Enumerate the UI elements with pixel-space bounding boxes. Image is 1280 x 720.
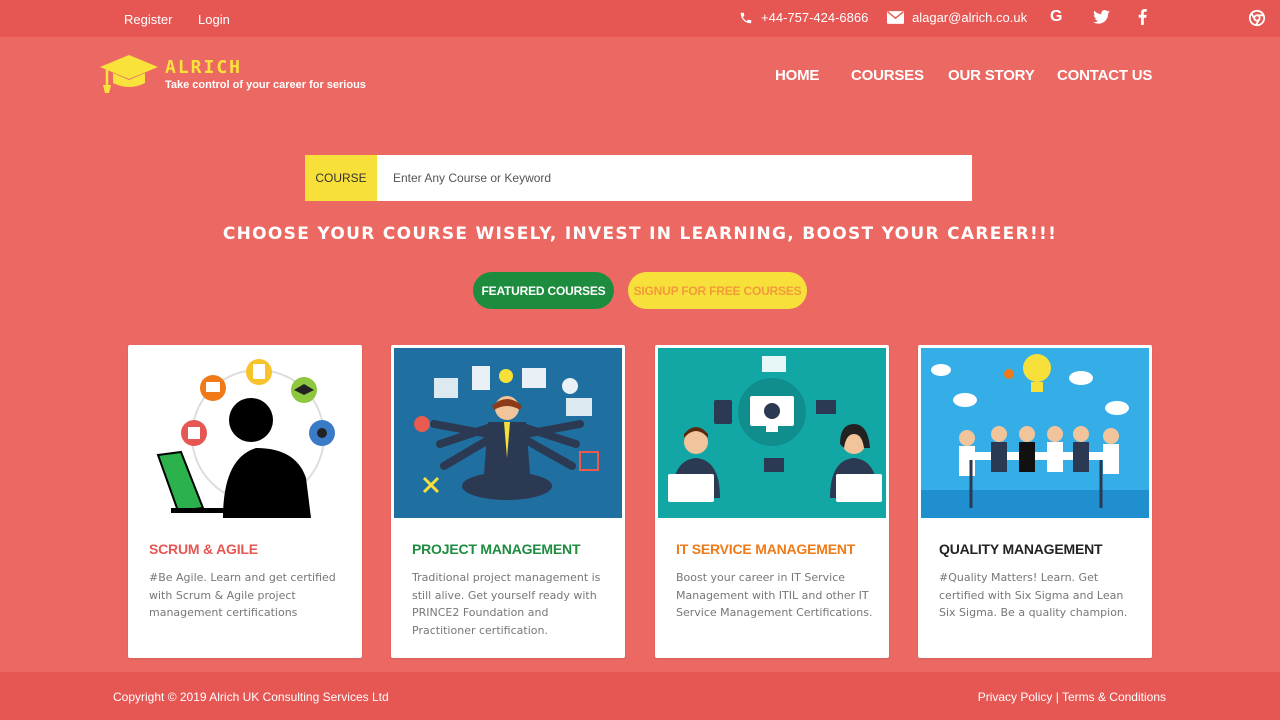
search-category-label[interactable]: COURSE	[305, 155, 377, 201]
graduation-cap-icon	[100, 55, 158, 93]
google-icon[interactable]: G	[1050, 8, 1062, 26]
email-contact[interactable]: alagar@alrich.co.uk	[887, 10, 1027, 25]
scrum-agile-illustration	[131, 348, 359, 518]
card-title: SCRUM & AGILE	[149, 541, 258, 557]
search-input[interactable]	[377, 155, 972, 201]
course-card-quality-management[interactable]: QUALITY MANAGEMENT #Quality Matters! Lea…	[918, 345, 1152, 658]
course-search-bar: COURSE	[305, 155, 972, 201]
site-header: ALRICH Take control of your career for s…	[0, 37, 1280, 117]
card-description: Traditional project management is still …	[412, 571, 601, 637]
nav-courses[interactable]: COURSES	[851, 67, 924, 84]
quality-management-illustration	[921, 348, 1149, 518]
card-title: QUALITY MANAGEMENT	[939, 541, 1103, 557]
envelope-icon	[887, 11, 904, 24]
brand-tagline: Take control of your career for serious	[165, 79, 366, 91]
phone-icon	[740, 12, 752, 23]
terms-conditions-link[interactable]: Terms & Conditions	[1062, 690, 1166, 704]
nav-our-story[interactable]: OUR STORY	[948, 67, 1035, 84]
login-link[interactable]: Login	[198, 12, 230, 27]
register-link[interactable]: Register	[124, 12, 172, 27]
card-title: IT SERVICE MANAGEMENT	[676, 541, 856, 557]
featured-courses-button[interactable]: FEATURED COURSES	[473, 272, 614, 309]
copyright-text: Copyright © 2019 Alrich UK Consulting Se…	[113, 690, 389, 704]
legal-links: Privacy Policy | Terms & Conditions	[978, 690, 1166, 704]
legal-separator: |	[1052, 690, 1062, 704]
card-description: #Quality Matters! Learn. Get certified w…	[939, 571, 1128, 619]
nav-home[interactable]: HOME	[775, 67, 819, 84]
course-card-it-service-management[interactable]: IT SERVICE MANAGEMENT Boost your career …	[655, 345, 889, 658]
chrome-icon[interactable]	[1248, 9, 1266, 27]
site-logo[interactable]	[98, 53, 160, 95]
email-address: alagar@alrich.co.uk	[912, 10, 1028, 25]
card-description: #Be Agile. Learn and get certified with …	[149, 571, 336, 619]
course-card-scrum-agile[interactable]: SCRUM & AGILE #Be Agile. Learn and get c…	[128, 345, 362, 658]
logo-text: ALRICH Take control of your career for s…	[165, 57, 366, 92]
card-title: PROJECT MANAGEMENT	[412, 541, 581, 557]
project-management-illustration	[394, 348, 622, 518]
it-service-management-illustration	[658, 348, 886, 518]
privacy-policy-link[interactable]: Privacy Policy	[978, 690, 1053, 704]
phone-contact[interactable]: +44-757-424-6866	[739, 10, 868, 25]
facebook-icon[interactable]	[1138, 9, 1147, 25]
site-footer: Copyright © 2019 Alrich UK Consulting Se…	[0, 672, 1280, 720]
hero-headline: CHOOSE YOUR COURSE WISELY, INVEST IN LEA…	[222, 224, 1058, 244]
phone-number: +44-757-424-6866	[761, 10, 869, 25]
course-card-project-management[interactable]: PROJECT MANAGEMENT Traditional project m…	[391, 345, 625, 658]
top-bar: Register Login +44-757-424-6866 alagar@a…	[0, 0, 1280, 37]
card-description: Boost your career in IT Service Manageme…	[676, 571, 873, 619]
signup-free-courses-button[interactable]: SIGNUP FOR FREE COURSES	[628, 272, 807, 309]
nav-contact-us[interactable]: CONTACT US	[1057, 67, 1152, 84]
twitter-icon[interactable]	[1093, 10, 1110, 24]
brand-name: ALRICH	[165, 57, 243, 78]
